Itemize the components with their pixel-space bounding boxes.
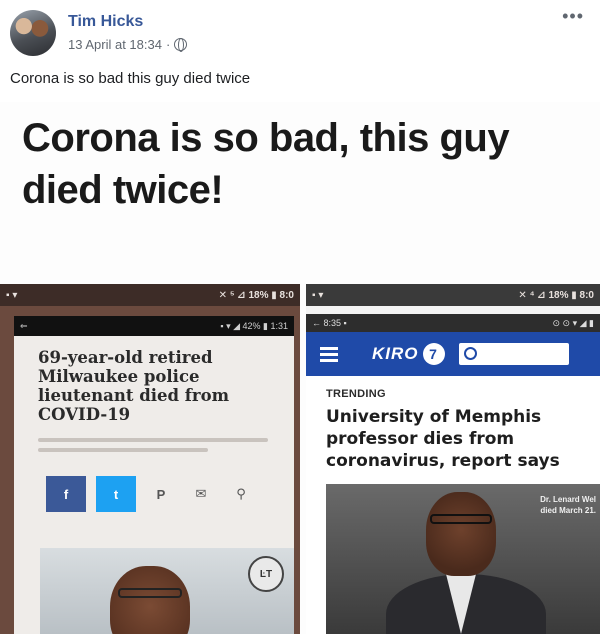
- link-share-icon: ⚲: [236, 486, 246, 501]
- globe-icon: [174, 38, 188, 52]
- twitter-share-icon: t: [96, 476, 136, 512]
- search-icon: [458, 343, 569, 365]
- kiro-nav-bar: KIRO 7: [306, 332, 600, 376]
- right-headline-line1: University of Memphis: [326, 407, 542, 427]
- photo-caption-line2: died March 21.: [540, 506, 596, 515]
- right-status-bar: ▪ ▾ ✕ ⁴ ⊿ 18% ▮ 8:0: [306, 284, 600, 306]
- left-article-page: 69-year-old retired Milwaukee police lie…: [14, 336, 294, 634]
- right-headline-line3: coronavirus, report says: [326, 451, 560, 471]
- left-status-bar: ▪︎ ▾ ✕ ⁵ ⊿ 18% ▮ 8:0: [0, 284, 300, 306]
- right-article-headline: University of Memphis professor dies fro…: [326, 406, 586, 472]
- right-phone-screenshot: ▪ ▾ ✕ ⁴ ⊿ 18% ▮ 8:0 ← 8:35 ▪ ⊙ ⊙ ▾ ◢ ▮ K…: [306, 284, 600, 634]
- kiro-logo-number: 7: [422, 343, 445, 365]
- left-photo-glasses: [118, 588, 182, 598]
- post-meta: 13 April at 18:34 ·: [68, 37, 188, 52]
- right-article-page: TRENDING University of Memphis professor…: [306, 376, 600, 634]
- facebook-share-icon: f: [46, 476, 86, 512]
- hamburger-menu-icon: [320, 344, 338, 365]
- more-options-icon[interactable]: •••: [562, 6, 584, 27]
- right-status-left: ▪ ▾: [312, 289, 324, 301]
- trending-label: TRENDING: [326, 388, 386, 400]
- left-headline-line4: COVID-19: [38, 405, 131, 424]
- left-status-left: ▪︎ ▾: [6, 289, 18, 301]
- left-byline-blurred: [38, 438, 278, 464]
- left-share-row: f t P ✉ ⚲: [46, 476, 256, 512]
- left-headline-line1: 69-year-old retired: [38, 348, 213, 367]
- right-status-right: ✕ ⁴ ⊿ 18% ▮ 8:0: [518, 289, 594, 301]
- left-status-right: ✕ ⁵ ⊿ 18% ▮ 8:0: [218, 289, 294, 301]
- right-photo-caption: Dr. Lenard Wel died March 21.: [514, 494, 596, 516]
- photo-caption-line1: Dr. Lenard Wel: [540, 495, 596, 504]
- avatar[interactable]: [10, 10, 56, 56]
- left-inner-status: ▪ ▾ ◢ 42% ▮ 1:31: [220, 320, 288, 331]
- post-image[interactable]: Corona is so bad, this guy died twice! ▪…: [0, 102, 600, 634]
- meme-title: Corona is so bad, this guy died twice!: [22, 112, 582, 216]
- pinterest-share-icon: P: [156, 486, 166, 502]
- post-header: Tim Hicks 13 April at 18:34 · •••: [0, 0, 600, 62]
- left-inner-status-bar: ⇐ ▪ ▾ ◢ 42% ▮ 1:31: [14, 316, 294, 336]
- right-photo-face: [426, 492, 496, 576]
- left-headline-line2: Milwaukee police: [38, 367, 200, 386]
- right-article-photo: Dr. Lenard Wel died March 21.: [326, 484, 600, 634]
- left-photo-face: [110, 566, 190, 634]
- right-photo-glasses: [430, 514, 492, 524]
- left-phone-screenshot: ▪︎ ▾ ✕ ⁵ ⊿ 18% ▮ 8:0 ⇐ ▪ ▾ ◢ 42% ▮ 1:31 …: [0, 284, 300, 634]
- post-caption: Corona is so bad this guy died twice: [10, 70, 251, 87]
- meme-title-line1: Corona is so bad, this guy: [22, 116, 510, 160]
- author-name[interactable]: Tim Hicks: [68, 13, 143, 31]
- left-article-headline: 69-year-old retired Milwaukee police lie…: [38, 348, 258, 424]
- meme-title-line2: died twice!: [22, 168, 224, 212]
- right-tab-right: ⊙ ⊙ ▾ ◢ ▮: [552, 317, 594, 328]
- right-inner-status-bar: ← 8:35 ▪ ⊙ ⊙ ▾ ◢ ▮: [306, 314, 600, 332]
- right-tab-left: ← 8:35 ▪: [312, 318, 347, 328]
- right-headline-line2: professor dies from: [326, 429, 515, 449]
- post-timestamp[interactable]: 13 April at 18:34: [68, 37, 162, 52]
- outlet-logo: ĿT: [248, 556, 284, 592]
- meta-separator: ·: [165, 37, 171, 52]
- back-arrow-icon: ⇐: [20, 320, 28, 331]
- left-article-photo: ĿT: [40, 548, 294, 634]
- email-share-icon: ✉: [195, 486, 207, 501]
- kiro7-logo: KIRO 7: [372, 343, 445, 365]
- left-headline-line3: lieutenant died from: [38, 386, 230, 405]
- kiro-logo-text: KIRO: [372, 344, 419, 363]
